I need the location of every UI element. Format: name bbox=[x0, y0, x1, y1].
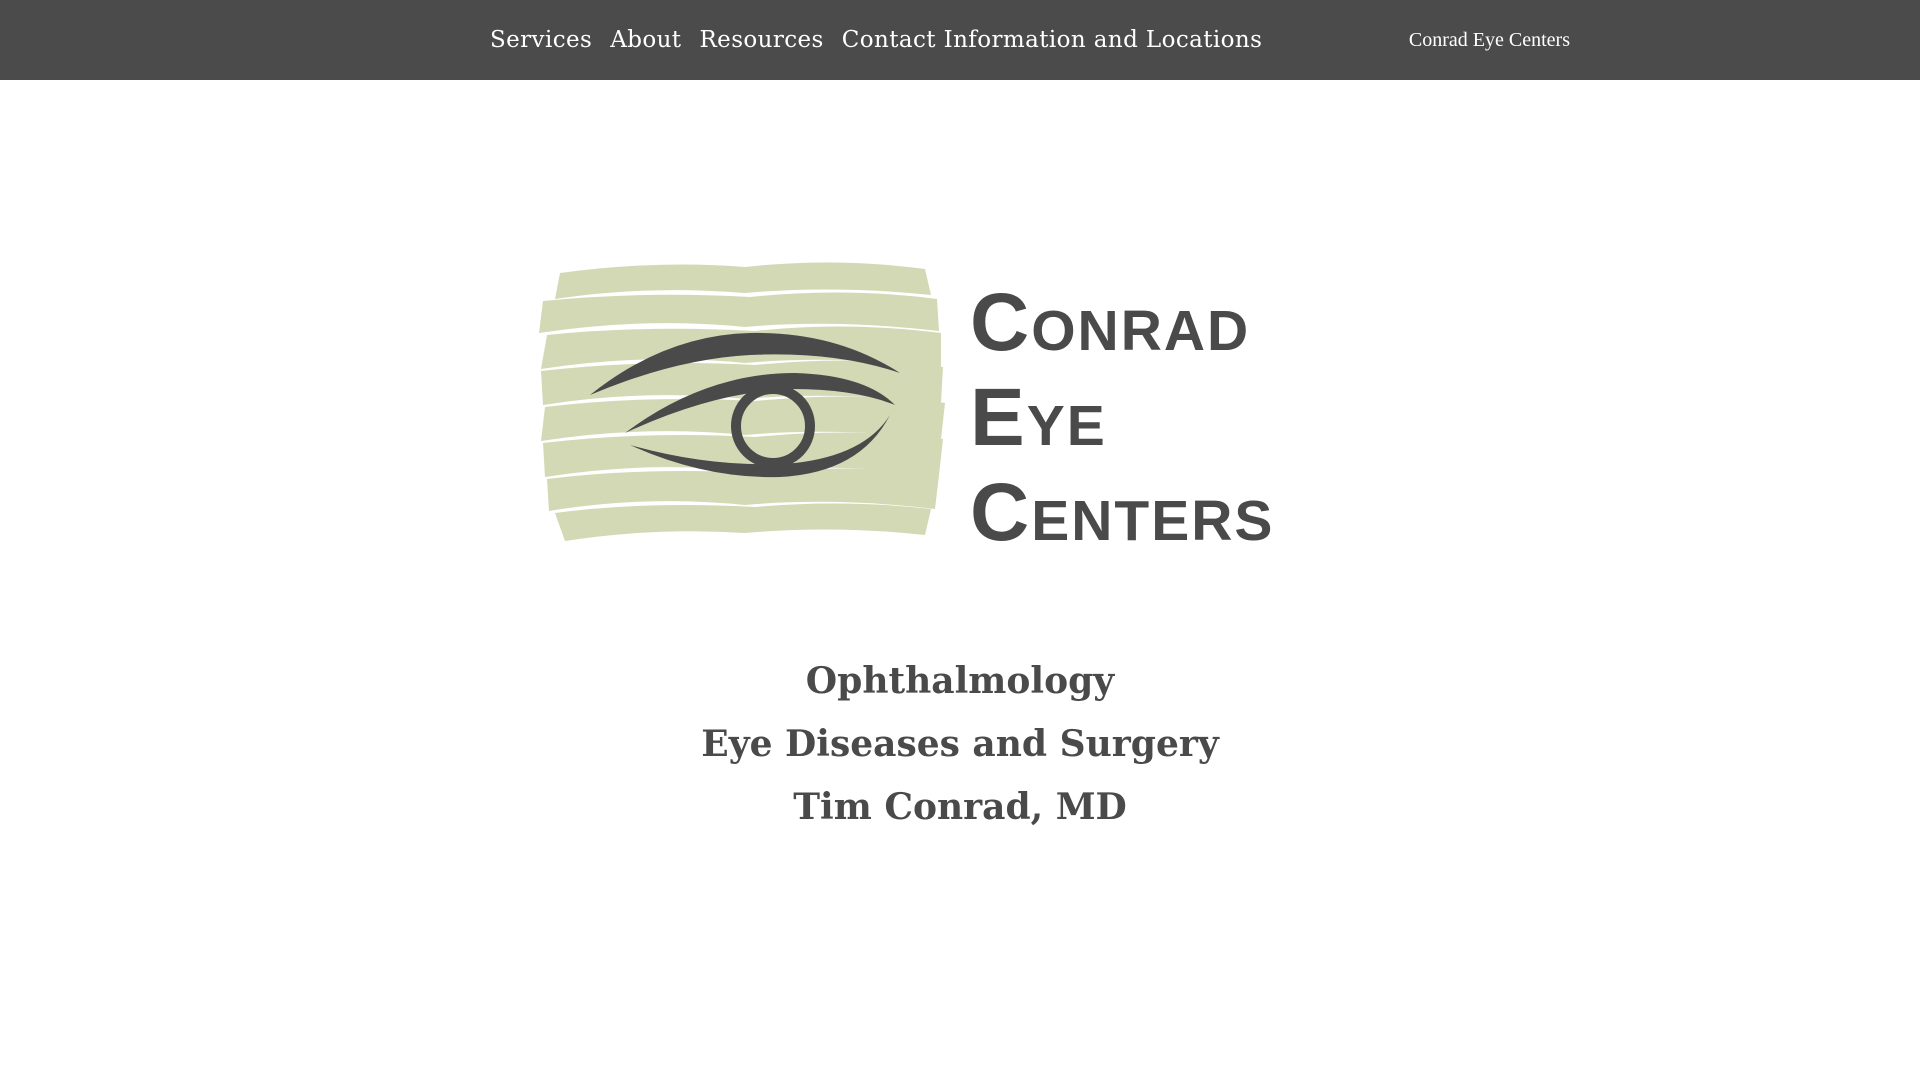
nav-link-contact-information-and-locations[interactable]: Contact Information and Locations bbox=[842, 27, 1263, 53]
nav-link-resources[interactable]: Resources bbox=[699, 27, 823, 53]
logo-word-conrad: Conrad bbox=[970, 277, 1251, 368]
site-title-link[interactable]: Conrad Eye Centers bbox=[1320, 0, 1570, 80]
tagline-specialty: Ophthalmology bbox=[805, 660, 1115, 702]
tagline-doctor: Tim Conrad, MD bbox=[793, 786, 1127, 828]
practice-taglines: Ophthalmology Eye Diseases and Surgery T… bbox=[0, 650, 1920, 839]
nav-link-services[interactable]: Services bbox=[490, 27, 592, 53]
eye-icon bbox=[539, 262, 945, 541]
logo-word-centers: Centers bbox=[970, 467, 1275, 558]
conrad-eye-centers-logo: Conrad Eye Centers bbox=[535, 255, 1351, 558]
logo-word-eye: Eye bbox=[970, 372, 1107, 463]
logo-wordmark: Conrad Eye Centers bbox=[970, 275, 1370, 560]
tagline-services: Eye Diseases and Surgery bbox=[701, 723, 1219, 765]
nav-link-about[interactable]: About bbox=[610, 27, 681, 53]
main-nav: Services About Resources Contact Informa… bbox=[490, 0, 1262, 80]
top-navigation-bar: Services About Resources Contact Informa… bbox=[0, 0, 1920, 80]
